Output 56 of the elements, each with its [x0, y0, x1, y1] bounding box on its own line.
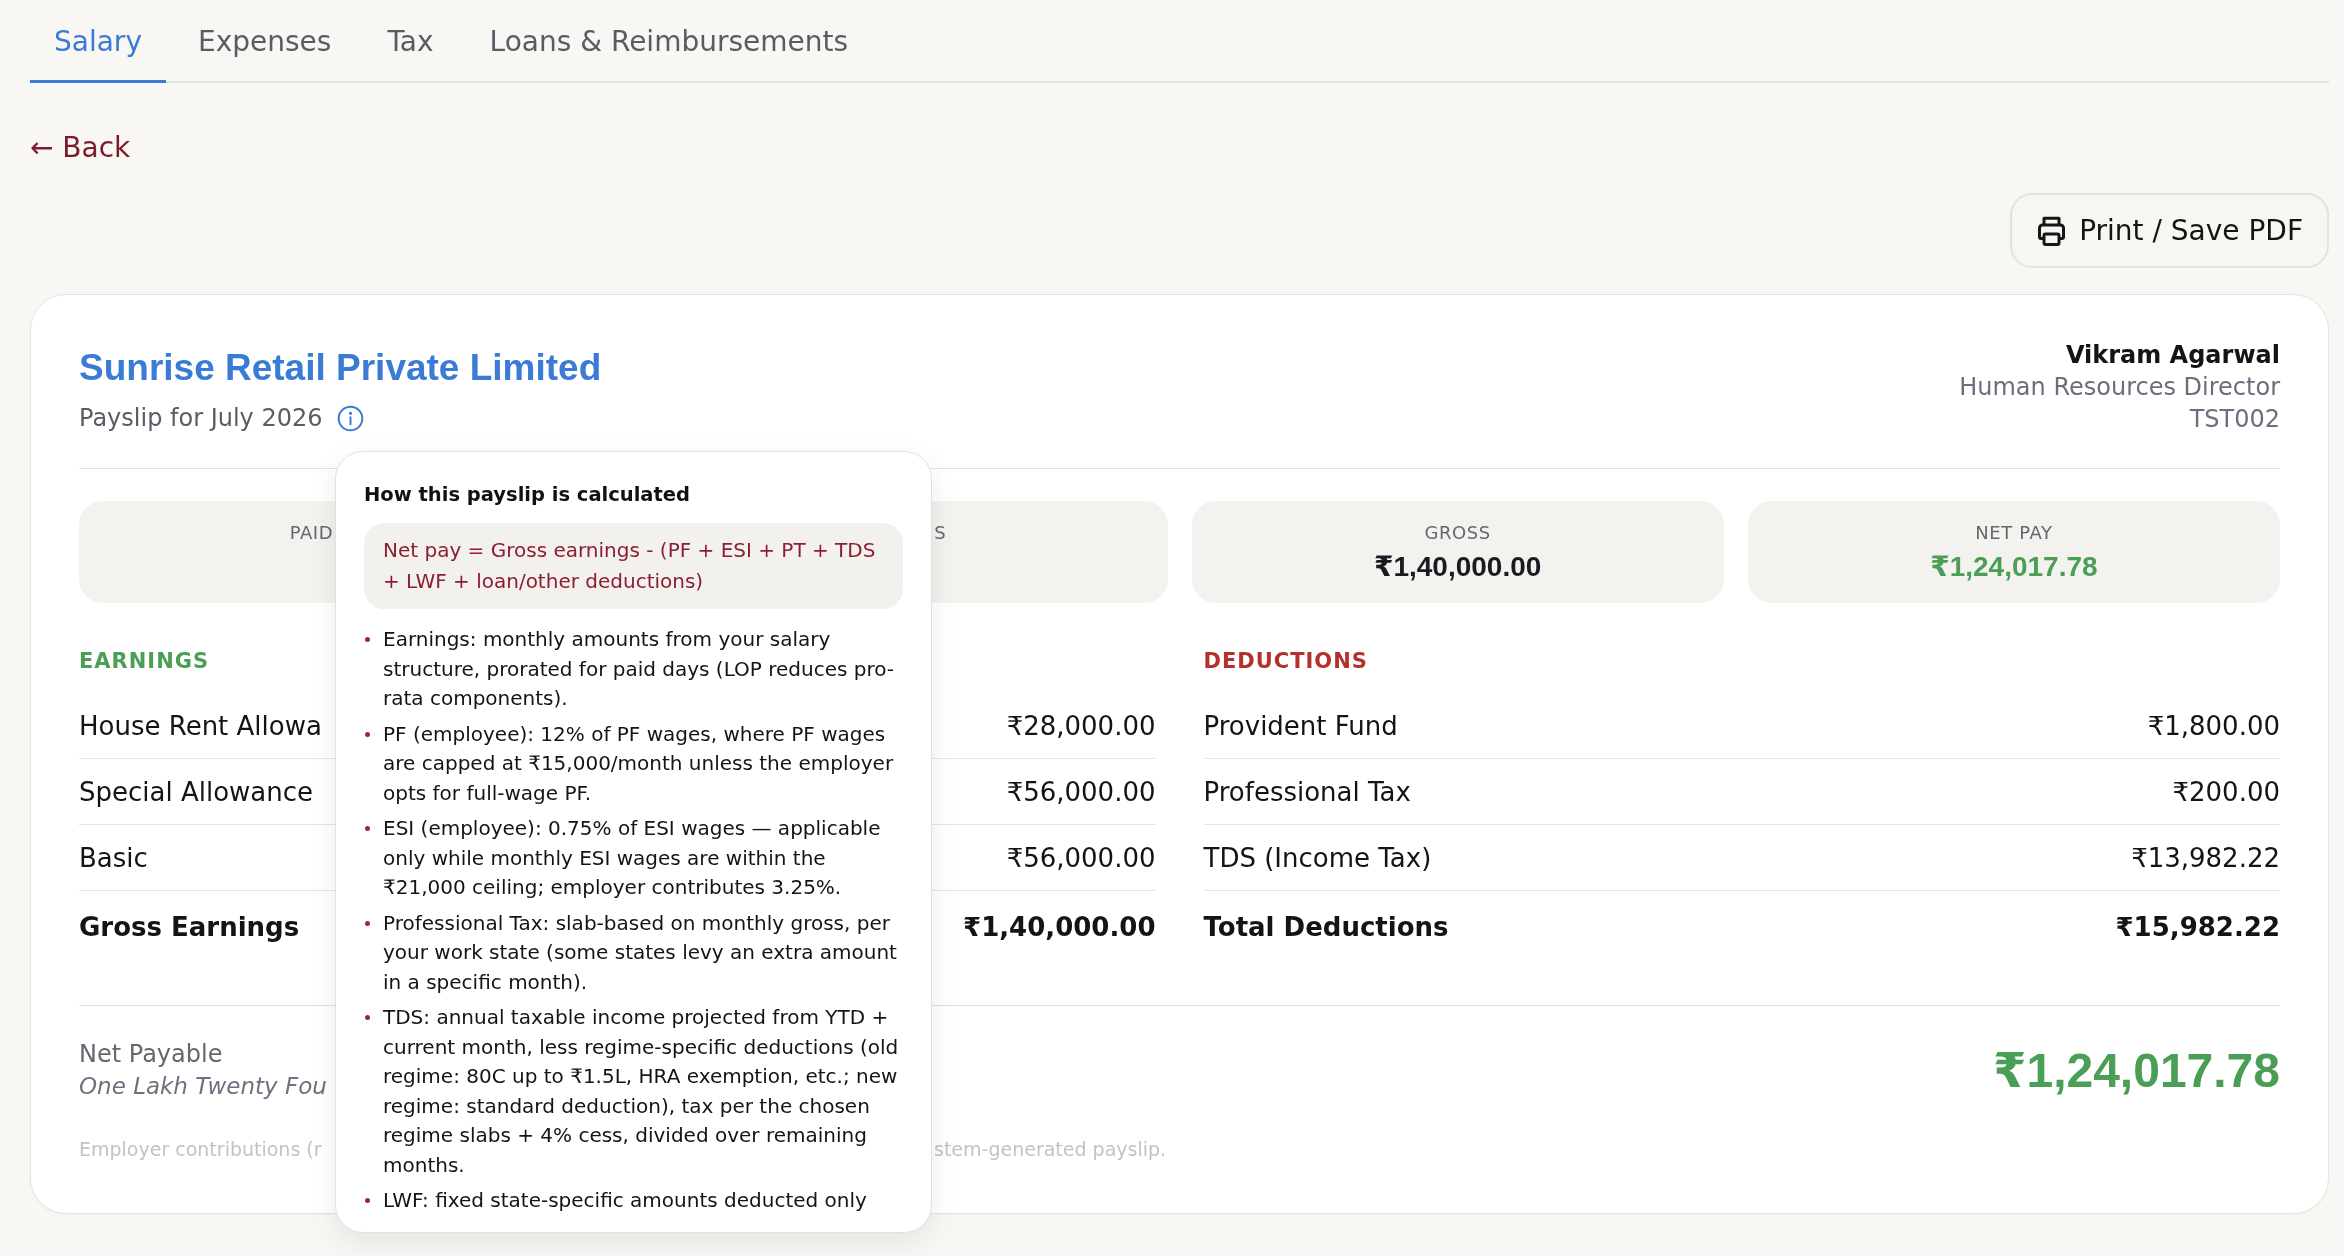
tab[interactable]: Expenses	[173, 0, 356, 83]
explanation-text: TDS: annual taxable income projected from YTD + current month, less regime-specific deductions (old regime: 80C up to ₹1.5L, HRA exemption, etc.; new regime: standard deduction), tax per the chosen regime slabs + 4% cess, divided over remaining months.	[383, 1004, 900, 1179]
footnote-text: Employer contributions (r	[79, 1137, 322, 1162]
employee-designation: Human Resources Director	[1959, 372, 2280, 403]
section-heading: EARNINGS	[79, 648, 210, 675]
bullet-icon	[365, 637, 370, 642]
line-item-amount: ₹56,000.00	[1006, 776, 1156, 807]
bullet-icon	[365, 731, 370, 737]
line-item-label: TDS (Income Tax)	[1203, 842, 1432, 873]
info-icon[interactable]	[336, 404, 364, 432]
print-button[interactable]: Print / Save PDF	[2010, 193, 2329, 268]
line-item-amount: ₹1,800.00	[2147, 710, 2280, 741]
summary-label: GROSS	[1424, 521, 1491, 545]
net-payable-label: Net Payable	[79, 1039, 223, 1070]
total-amount: ₹1,40,000.00	[963, 912, 1156, 942]
line-item-label: Provident Fund	[1203, 710, 1398, 741]
line-item-amount: ₹200.00	[2172, 776, 2280, 807]
summary-amount: ₹1,24,017.78	[1930, 550, 2098, 584]
net-payable-amount: ₹1,24,017.78	[1993, 1043, 2280, 1098]
explanation-text: ESI (employee): 0.75% of ESI wages — applicable only while monthly ESI wages are within the ₹21,000 ceiling; employer contributes 3.25%.	[383, 815, 882, 901]
bullet-icon	[365, 826, 370, 831]
tab[interactable]: Loans & Reimbursements	[465, 0, 873, 83]
company-name: Sunrise Retail Private Limited	[79, 346, 602, 390]
employee-name: Vikram Agarwal	[2065, 340, 2280, 371]
explanation-text: PF (employee): 12% of PF wages, where PF wages are capped at ₹15,000/month unless the employer opts for full-wage PF.	[383, 720, 895, 807]
bullet-icon	[365, 920, 370, 926]
total-label: Gross Earnings	[79, 912, 300, 942]
explanation-text: LWF: fixed state-specific amounts deducted only	[383, 1187, 868, 1214]
line-item-label: House Rent Allowa	[79, 710, 322, 741]
summary-label: PAID	[289, 521, 334, 545]
amount-in-words: One Lakh Twenty Fou	[79, 1072, 327, 1101]
summary-amount: ₹1,40,000.00	[1373, 550, 1542, 584]
line-item-amount: ₹28,000.00	[1006, 710, 1156, 741]
summary-label: NET PAY	[1975, 521, 2053, 545]
formula-note: Net pay = Gross earnings - (PF + ESI + PT + TDS + LWF + loan/other deductions)	[364, 523, 903, 609]
tab[interactable]: Salary	[30, 0, 166, 83]
footnote-text: stem-generated payslip.	[934, 1137, 1167, 1162]
employee-id: TST002	[2189, 404, 2280, 435]
back-link[interactable]: ← Back	[30, 128, 131, 168]
line-item-amount: ₹56,000.00	[1006, 842, 1156, 873]
line-item-label: Special Allowance	[79, 776, 314, 807]
line-item-label: Professional Tax	[1203, 776, 1411, 807]
total-label: Total Deductions	[1203, 912, 1449, 942]
line-item-amount: ₹13,982.22	[2131, 842, 2280, 873]
bullet-icon	[365, 1198, 370, 1203]
printer-icon	[2037, 215, 2067, 246]
summary-label: S	[934, 521, 947, 545]
section-heading: DEDUCTIONS	[1203, 648, 1368, 675]
bullet-icon	[365, 1015, 370, 1020]
line-item-label: Basic	[79, 842, 148, 873]
popover-title: How this payslip is calculated	[364, 482, 691, 508]
payslip-period: Payslip for July 2026	[79, 404, 323, 432]
total-amount: ₹15,982.22	[2115, 912, 2280, 942]
explanation-text: Earnings: monthly amounts from your salary structure, prorated for paid days (LOP reduces pro-rata components).	[383, 626, 896, 712]
tab[interactable]: Tax	[363, 0, 458, 83]
explanation-text: Professional Tax: slab-based on monthly gross, per your work state (some states levy an extra amount in a specific month).	[383, 909, 898, 996]
